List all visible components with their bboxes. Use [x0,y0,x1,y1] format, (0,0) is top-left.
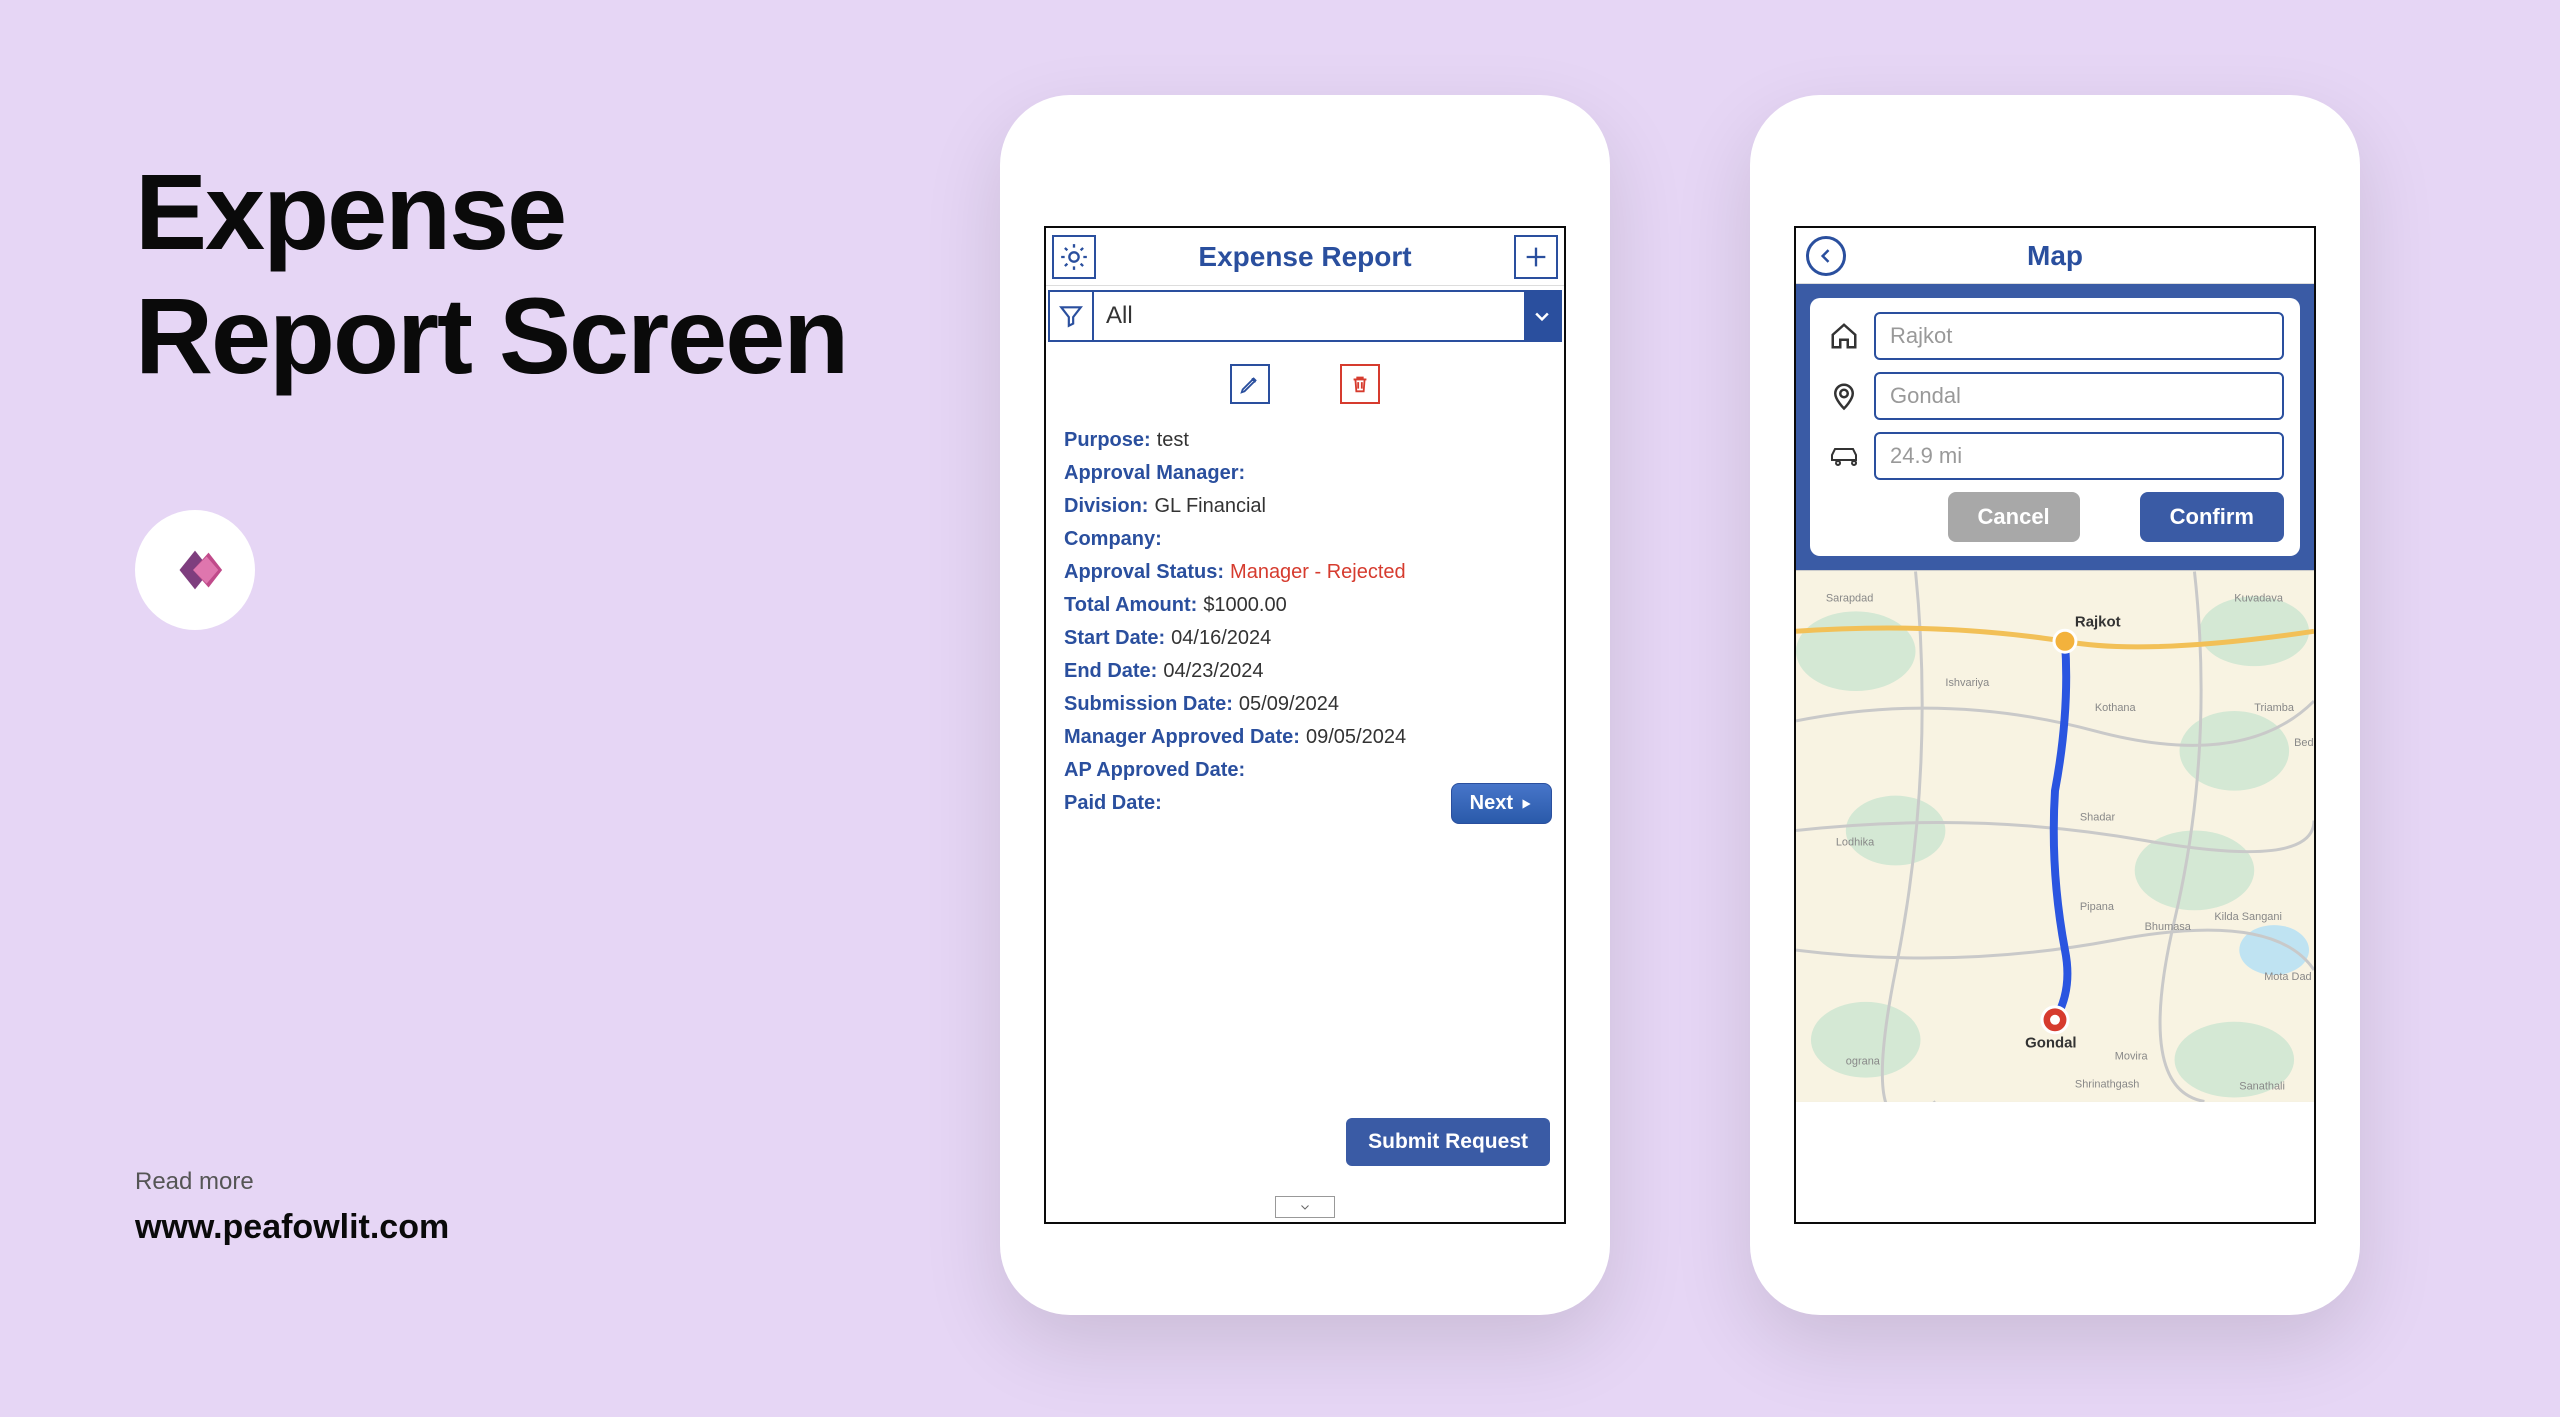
value-manager-approved-date: 09/05/2024 [1306,726,1406,749]
next-button[interactable]: Next [1451,783,1552,824]
svg-text:Bhumasa: Bhumasa [2145,921,2192,933]
phone-expense-report: Expense Report All [1000,95,1610,1315]
label-approval-manager: Approval Manager: [1064,462,1245,485]
svg-text:ograna: ograna [1846,1056,1881,1068]
svg-text:Shadar: Shadar [2080,812,2116,824]
svg-text:Movira: Movira [2115,1051,2149,1063]
svg-text:Ishvariya: Ishvariya [1945,677,1990,689]
map-title: Map [1806,240,2304,272]
promo-footer: Read more www.peafowlit.com [135,1168,449,1247]
to-row: Gondal [1826,372,2284,420]
gear-icon [1060,243,1088,271]
pencil-icon [1239,373,1261,395]
distance-display: 24.9 mi [1874,432,2284,480]
map-label-end: Gondal [2025,1035,2076,1052]
label-end-date: End Date: [1064,660,1157,683]
value-total-amount: $1000.00 [1203,594,1286,617]
svg-text:Mota Dad: Mota Dad [2264,971,2311,983]
label-division: Division: [1064,495,1148,518]
chevron-down-icon [1297,1201,1313,1213]
svg-text:Sanathali: Sanathali [2239,1081,2285,1093]
label-manager-approved-date: Manager Approved Date: [1064,726,1300,749]
powerapps-logo [135,510,255,630]
label-approval-status: Approval Status: [1064,561,1224,584]
to-input[interactable]: Gondal [1874,372,2284,420]
plus-icon [1522,243,1550,271]
filter-row: All [1048,290,1562,342]
edit-button[interactable] [1230,364,1270,404]
label-submission-date: Submission Date: [1064,693,1233,716]
action-icons [1046,346,1564,416]
filter-select[interactable]: All [1094,292,1524,340]
app-header-title: Expense Report [1096,241,1514,273]
read-more-label: Read more [135,1168,449,1196]
value-end-date: 04/23/2024 [1163,660,1263,683]
submit-request-button[interactable]: Submit Request [1346,1118,1550,1166]
label-total-amount: Total Amount: [1064,594,1197,617]
svg-text:Kothana: Kothana [2095,702,2137,714]
svg-text:Shrinathgash: Shrinathgash [2075,1079,2139,1091]
map-view[interactable]: Rajkot Gondal Sarapdad Kuvadava Ishvariy… [1796,570,2314,1102]
svg-text:Triamba: Triamba [2254,702,2295,714]
svg-text:Kuvadava: Kuvadava [2234,592,2284,604]
app-header: Expense Report [1046,228,1564,286]
svg-text:Bedia: Bedia [2294,737,2314,749]
value-division: GL Financial [1154,495,1266,518]
next-label: Next [1470,792,1513,815]
promo-title: Expense Report Screen [135,150,847,398]
filter-value: All [1106,302,1133,330]
filter-icon-button[interactable] [1050,292,1094,340]
svg-text:Sarapdad: Sarapdad [1826,592,1873,604]
filter-icon [1058,303,1084,329]
value-start-date: 04/16/2024 [1171,627,1271,650]
add-button[interactable] [1514,235,1558,279]
expand-collapse-button[interactable] [1275,1196,1335,1218]
delete-button[interactable] [1340,364,1380,404]
label-ap-approved-date: AP Approved Date: [1064,759,1245,782]
promo-url: www.peafowlit.com [135,1208,449,1247]
car-icon [1826,444,1862,468]
title-line-2: Report Screen [135,275,847,396]
expense-details: Purpose: test Approval Manager: Division:… [1046,416,1564,828]
label-start-date: Start Date: [1064,627,1165,650]
from-input[interactable]: Rajkot [1874,312,2284,360]
svg-text:Pipana: Pipana [2080,901,2115,913]
pin-icon [1826,381,1862,411]
title-line-1: Expense [135,151,565,272]
map-canvas: Rajkot Gondal Sarapdad Kuvadava Ishvariy… [1796,571,2314,1102]
confirm-button[interactable]: Confirm [2140,492,2284,542]
distance-row: 24.9 mi [1826,432,2284,480]
value-submission-date: 05/09/2024 [1239,693,1339,716]
label-company: Company: [1064,528,1162,551]
home-icon [1826,321,1862,351]
map-label-start: Rajkot [2075,613,2121,630]
value-approval-status: Manager - Rejected [1230,561,1406,584]
cancel-button[interactable]: Cancel [1948,492,2080,542]
play-icon [1519,797,1533,811]
svg-text:Lodhika: Lodhika [1836,836,1875,848]
filter-chevron[interactable] [1524,292,1560,340]
trash-icon [1349,373,1371,395]
label-purpose: Purpose: [1064,429,1151,452]
phone-map: Map Rajkot Gondal [1750,95,2360,1315]
search-panel: Rajkot Gondal 24.9 mi [1796,284,2314,570]
value-purpose: test [1157,429,1189,452]
settings-button[interactable] [1052,235,1096,279]
map-header: Map [1796,228,2314,284]
from-row: Rajkot [1826,312,2284,360]
chevron-down-icon [1532,306,1552,326]
svg-text:Kilda Sangani: Kilda Sangani [2214,911,2282,923]
label-paid-date: Paid Date: [1064,792,1162,815]
